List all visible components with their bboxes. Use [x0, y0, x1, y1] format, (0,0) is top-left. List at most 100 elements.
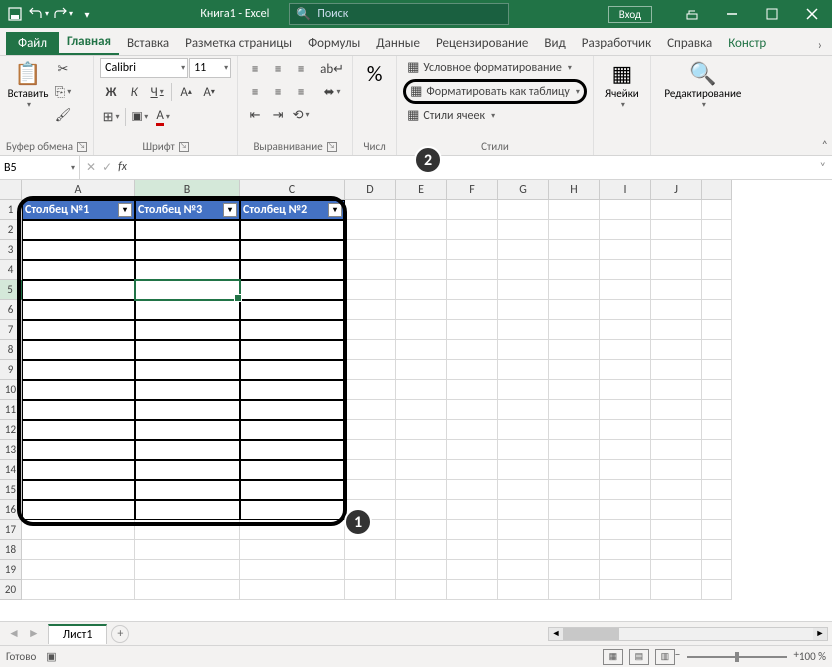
- row-header[interactable]: 12: [0, 420, 22, 440]
- cut-icon[interactable]: ✂: [52, 58, 74, 80]
- cell[interactable]: [22, 560, 135, 580]
- cell[interactable]: [600, 400, 651, 420]
- cell[interactable]: [135, 480, 240, 500]
- cell[interactable]: [651, 200, 702, 220]
- cell[interactable]: [135, 280, 240, 300]
- cell[interactable]: [600, 360, 651, 380]
- decrease-indent-icon[interactable]: ⇤: [244, 104, 266, 126]
- cell[interactable]: [240, 280, 345, 300]
- cell[interactable]: [345, 580, 396, 600]
- column-header[interactable]: A: [22, 180, 135, 200]
- cell[interactable]: [22, 480, 135, 500]
- tab-home[interactable]: Главная: [59, 30, 119, 55]
- align-top-icon[interactable]: ≡: [244, 58, 266, 80]
- cell[interactable]: [651, 420, 702, 440]
- cell[interactable]: [22, 460, 135, 480]
- cell[interactable]: [345, 400, 396, 420]
- cell[interactable]: [135, 540, 240, 560]
- orientation-icon[interactable]: ⟲▾: [290, 104, 312, 126]
- cell[interactable]: [447, 320, 498, 340]
- select-all-corner[interactable]: [0, 180, 22, 200]
- cell[interactable]: [135, 500, 240, 520]
- cell[interactable]: [345, 360, 396, 380]
- copy-icon[interactable]: ⎘▾: [52, 81, 74, 103]
- font-color-icon[interactable]: A▾: [152, 106, 174, 128]
- cell[interactable]: [22, 260, 135, 280]
- cell[interactable]: [600, 580, 651, 600]
- tab-view[interactable]: Вид: [536, 32, 573, 55]
- cell[interactable]: [498, 300, 549, 320]
- clipboard-dialog-launcher[interactable]: [77, 142, 87, 152]
- cell[interactable]: [600, 500, 651, 520]
- cell[interactable]: [702, 200, 732, 220]
- add-sheet-button[interactable]: +: [111, 625, 129, 643]
- cell[interactable]: [498, 520, 549, 540]
- row-header[interactable]: 1: [0, 200, 22, 220]
- cell[interactable]: [22, 300, 135, 320]
- cell[interactable]: [651, 500, 702, 520]
- cell[interactable]: [240, 260, 345, 280]
- row-header[interactable]: 15: [0, 480, 22, 500]
- cell[interactable]: [396, 280, 447, 300]
- cell[interactable]: [549, 420, 600, 440]
- cell[interactable]: [240, 580, 345, 600]
- wrap-text-icon[interactable]: ab↵: [318, 58, 346, 80]
- cell[interactable]: [651, 400, 702, 420]
- cell[interactable]: [22, 580, 135, 600]
- cell[interactable]: [702, 460, 732, 480]
- editing-button[interactable]: 🔍 Редактирование ▾: [657, 58, 749, 112]
- column-header[interactable]: C: [240, 180, 345, 200]
- row-header[interactable]: 9: [0, 360, 22, 380]
- cell[interactable]: [498, 420, 549, 440]
- font-size-dropdown[interactable]: 11▾: [189, 58, 231, 78]
- cell[interactable]: [22, 360, 135, 380]
- cell[interactable]: [549, 280, 600, 300]
- cell[interactable]: [240, 460, 345, 480]
- row-header[interactable]: 2: [0, 220, 22, 240]
- cell[interactable]: [22, 220, 135, 240]
- cell[interactable]: Столбец №2▾: [240, 200, 345, 220]
- cell[interactable]: [549, 260, 600, 280]
- cell[interactable]: [396, 440, 447, 460]
- row-header[interactable]: 7: [0, 320, 22, 340]
- cell[interactable]: [702, 260, 732, 280]
- tab-help[interactable]: Справка: [659, 32, 720, 55]
- bold-button[interactable]: Ж: [100, 81, 122, 103]
- column-header[interactable]: J: [651, 180, 702, 200]
- cell[interactable]: [447, 240, 498, 260]
- cell[interactable]: [498, 240, 549, 260]
- cell[interactable]: [549, 240, 600, 260]
- tab-insert[interactable]: Вставка: [119, 32, 177, 55]
- cell[interactable]: [600, 440, 651, 460]
- cell[interactable]: [498, 280, 549, 300]
- row-header[interactable]: 3: [0, 240, 22, 260]
- cell[interactable]: [498, 480, 549, 500]
- sheet-nav-prev-icon[interactable]: ◄: [8, 626, 20, 641]
- formula-expand-icon[interactable]: ˅: [814, 161, 832, 175]
- cell[interactable]: [651, 320, 702, 340]
- cell[interactable]: [345, 200, 396, 220]
- cell[interactable]: [498, 560, 549, 580]
- cell[interactable]: [702, 280, 732, 300]
- search-box[interactable]: 🔍 Поиск: [289, 3, 509, 25]
- cell[interactable]: [396, 220, 447, 240]
- cell[interactable]: [345, 560, 396, 580]
- cell[interactable]: [498, 580, 549, 600]
- cell[interactable]: [22, 240, 135, 260]
- undo-icon[interactable]: ▾: [28, 3, 50, 25]
- cell[interactable]: [240, 480, 345, 500]
- cell[interactable]: [549, 300, 600, 320]
- fx-icon[interactable]: fx: [118, 160, 127, 175]
- cell[interactable]: [702, 360, 732, 380]
- cell-styles-button[interactable]: ▦Стили ячеек▾: [403, 106, 499, 125]
- cell[interactable]: [600, 520, 651, 540]
- cell[interactable]: [600, 340, 651, 360]
- cell[interactable]: [22, 280, 135, 300]
- hscroll-right-icon[interactable]: ►: [813, 628, 827, 640]
- row-header[interactable]: 19: [0, 560, 22, 580]
- cell[interactable]: [135, 520, 240, 540]
- cell[interactable]: [447, 560, 498, 580]
- cell[interactable]: [498, 400, 549, 420]
- row-header[interactable]: 6: [0, 300, 22, 320]
- spreadsheet-grid[interactable]: ABCDEFGHIJ 12345678910111213141516171819…: [0, 180, 832, 621]
